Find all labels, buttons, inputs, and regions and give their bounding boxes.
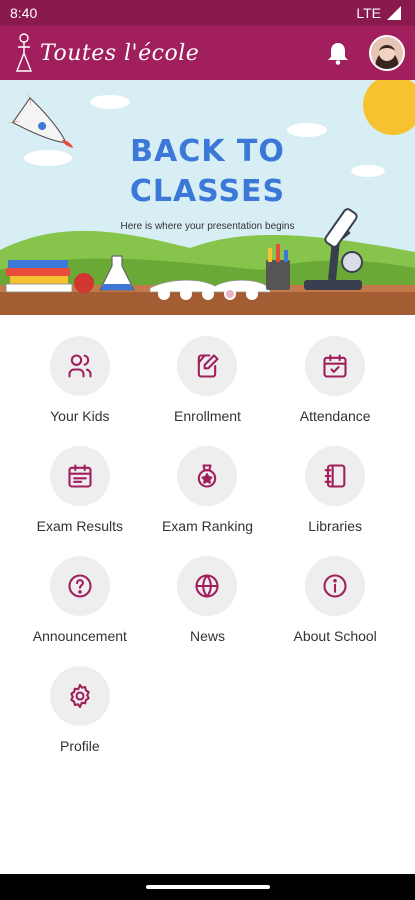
- edit-document-icon: [198, 354, 220, 378]
- user-avatar[interactable]: [369, 35, 405, 71]
- home-gesture-handle[interactable]: [145, 885, 270, 889]
- banner-title-line1: BACK TO: [130, 134, 285, 169]
- menu-icon-circle: [305, 556, 366, 616]
- settings-icon: [70, 683, 90, 709]
- menu-label: Exam Results: [36, 518, 123, 534]
- status-indicators: LTE: [356, 5, 401, 21]
- banner-subtitle: Here is where your presentation begins: [120, 221, 295, 232]
- menu-label: Announcement: [32, 628, 127, 644]
- logo-figure-icon: [15, 33, 33, 72]
- menu-icon-circle: [305, 446, 366, 506]
- menu-icon-circle: [49, 446, 110, 506]
- users-icon: [68, 354, 92, 378]
- menu-label: Exam Ranking: [161, 518, 254, 534]
- banner-dot[interactable]: [179, 288, 192, 300]
- status-bar: 8:40 LTE: [0, 0, 415, 26]
- menu-icon-circle: [49, 556, 110, 616]
- menu-icon-circle: [49, 666, 110, 726]
- globe-icon: [195, 574, 220, 598]
- menu-label: About School: [293, 628, 377, 644]
- calendar-list-icon: [68, 464, 92, 488]
- network-label: LTE: [356, 5, 381, 21]
- banner-dot[interactable]: [245, 288, 258, 300]
- menu-label: Your Kids: [50, 408, 110, 424]
- menu-item-your-kids[interactable]: Your Kids: [16, 336, 144, 424]
- banner-dot[interactable]: [157, 288, 170, 300]
- menu-item-attendance[interactable]: Attendance: [271, 336, 399, 424]
- menu-grid: Your Kids Enrollment Attendance Exam Res…: [0, 336, 415, 754]
- menu-item-libraries[interactable]: Libraries: [271, 446, 399, 534]
- status-time: 8:40: [10, 5, 38, 21]
- menu-item-profile[interactable]: Profile: [16, 666, 144, 754]
- menu-label: Libraries: [308, 518, 362, 534]
- banner-title: BACK TO CLASSES: [0, 132, 415, 212]
- menu-icon-circle: [177, 446, 238, 506]
- info-circle-icon: [323, 574, 347, 598]
- notebook-icon: [324, 464, 346, 488]
- menu-label: News: [189, 628, 225, 644]
- help-circle-icon: [68, 574, 92, 598]
- menu-icon-circle: [177, 556, 238, 616]
- app-logo[interactable]: Toutes l'école: [14, 33, 199, 73]
- menu-item-exam-ranking[interactable]: Exam Ranking: [144, 446, 272, 534]
- menu-item-exam-results[interactable]: Exam Results: [16, 446, 144, 534]
- banner-dot-active[interactable]: [223, 288, 236, 300]
- banner-title-line2: CLASSES: [129, 174, 286, 209]
- menu-label: Attendance: [299, 408, 371, 424]
- banner-pagination: [0, 288, 415, 300]
- menu-icon-circle: [305, 336, 366, 396]
- promo-banner[interactable]: BACK TO CLASSES Here is where your prese…: [0, 80, 415, 315]
- menu-label: Enrollment: [174, 408, 241, 424]
- notification-bell-icon[interactable]: [327, 41, 349, 65]
- app-logo-text: Toutes l'école: [40, 40, 200, 66]
- menu-item-enrollment[interactable]: Enrollment: [144, 336, 272, 424]
- system-nav-bar: [0, 874, 415, 900]
- banner-dot[interactable]: [201, 288, 214, 300]
- app-bar: Toutes l'école: [0, 26, 415, 80]
- avatar-image: [371, 37, 403, 69]
- menu-item-announcement[interactable]: Announcement: [16, 556, 144, 644]
- menu-icon-circle: [177, 336, 238, 396]
- calendar-check-icon: [323, 354, 347, 378]
- menu-label: Profile: [59, 738, 100, 754]
- menu-item-about-school[interactable]: About School: [271, 556, 399, 644]
- menu-item-news[interactable]: News: [144, 556, 272, 644]
- menu-icon-circle: [49, 336, 110, 396]
- signal-icon: [387, 6, 401, 20]
- medal-icon: [198, 464, 217, 488]
